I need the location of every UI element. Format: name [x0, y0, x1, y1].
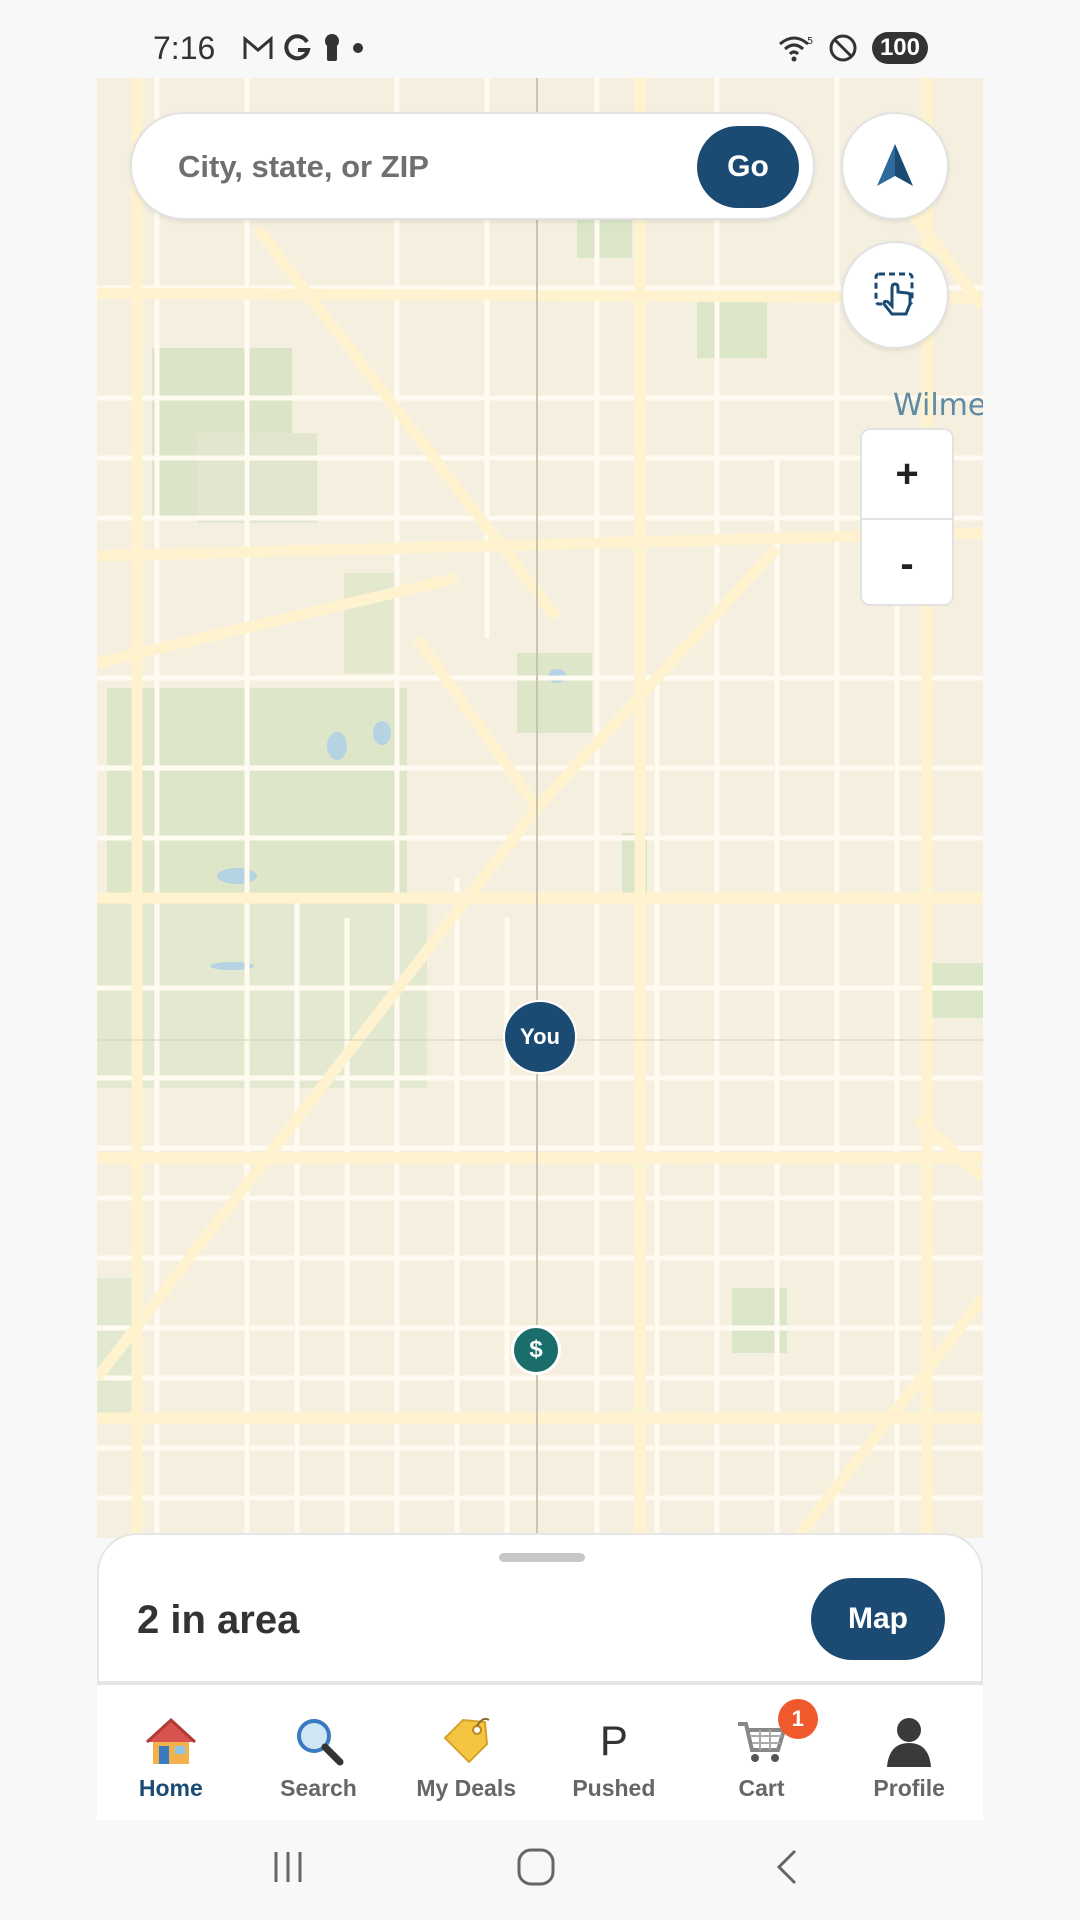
recent-apps-button[interactable]	[258, 1842, 318, 1892]
do-not-disturb-icon	[829, 34, 857, 62]
zoom-out-button[interactable]: -	[862, 520, 952, 608]
back-chevron-icon	[776, 1849, 797, 1885]
status-icons-left	[243, 28, 363, 68]
tab-search[interactable]: Search	[245, 1685, 393, 1820]
bottom-tab-bar: Home Search My Deals P Pushed 1 Cart Pro…	[97, 1683, 983, 1820]
zoom-in-button[interactable]: +	[862, 430, 952, 518]
results-sheet: 2 in area Map	[97, 1533, 983, 1683]
water	[327, 732, 347, 760]
tab-label: Search	[280, 1775, 357, 1801]
current-location-pin[interactable]: You	[503, 1000, 577, 1074]
park-area	[517, 653, 592, 733]
system-nav-bar	[0, 1820, 1080, 1920]
recent-apps-icon	[274, 1852, 302, 1882]
google-icon	[284, 34, 311, 61]
tab-label: Pushed	[572, 1775, 656, 1801]
status-icons-right: 5 100	[778, 28, 928, 68]
tab-home[interactable]: Home	[97, 1685, 245, 1820]
zoom-controls: + -	[860, 428, 954, 606]
deal-pin[interactable]: $	[511, 1325, 561, 1375]
svg-text:5: 5	[807, 36, 813, 47]
dot-icon	[353, 43, 363, 53]
status-time: 7:16	[153, 30, 216, 66]
tap-select-icon	[874, 272, 914, 316]
go-button[interactable]: Go	[697, 126, 799, 208]
battery-indicator: 100	[871, 32, 928, 64]
location-search-bar: Go	[130, 112, 815, 220]
tab-label: Cart	[738, 1775, 785, 1801]
area-select-button[interactable]	[841, 241, 949, 349]
magnifier-icon	[289, 1713, 349, 1769]
park-area	[107, 688, 407, 898]
tab-cart[interactable]: 1 Cart	[688, 1685, 836, 1820]
navigation-arrow-icon	[877, 144, 913, 186]
map-place-label: Wilme	[893, 388, 983, 423]
recenter-location-button[interactable]	[841, 112, 949, 220]
map-toggle-button[interactable]: Map	[811, 1578, 945, 1660]
park-area	[197, 433, 317, 523]
tab-profile[interactable]: Profile	[835, 1685, 983, 1820]
letter-p-icon: P	[584, 1713, 644, 1769]
cart-badge: 1	[777, 1699, 818, 1739]
keyhole-icon	[325, 34, 339, 61]
person-icon	[879, 1713, 939, 1769]
tab-label: Home	[138, 1775, 203, 1801]
tag-icon	[436, 1713, 496, 1769]
status-bar: 7:16 5 100	[0, 0, 1080, 78]
wifi-icon: 5	[778, 36, 813, 62]
tab-my-deals[interactable]: My Deals	[392, 1685, 540, 1820]
park-area	[697, 298, 767, 358]
pushed-glyph: P	[599, 1717, 628, 1764]
sheet-drag-handle[interactable]	[499, 1553, 585, 1562]
house-icon	[141, 1713, 201, 1769]
home-button[interactable]	[506, 1842, 566, 1892]
gmail-icon	[243, 35, 273, 59]
home-circle-icon	[517, 1848, 555, 1886]
water	[217, 868, 257, 884]
results-count: 2 in area	[137, 1598, 300, 1642]
back-button[interactable]	[756, 1842, 816, 1892]
park-area	[97, 898, 427, 1088]
tab-pushed[interactable]: P Pushed	[540, 1685, 688, 1820]
park-area	[577, 218, 632, 258]
water	[373, 721, 391, 745]
location-search-input[interactable]	[176, 136, 680, 198]
tab-label: My Deals	[416, 1775, 517, 1801]
tab-label: Profile	[873, 1775, 945, 1801]
